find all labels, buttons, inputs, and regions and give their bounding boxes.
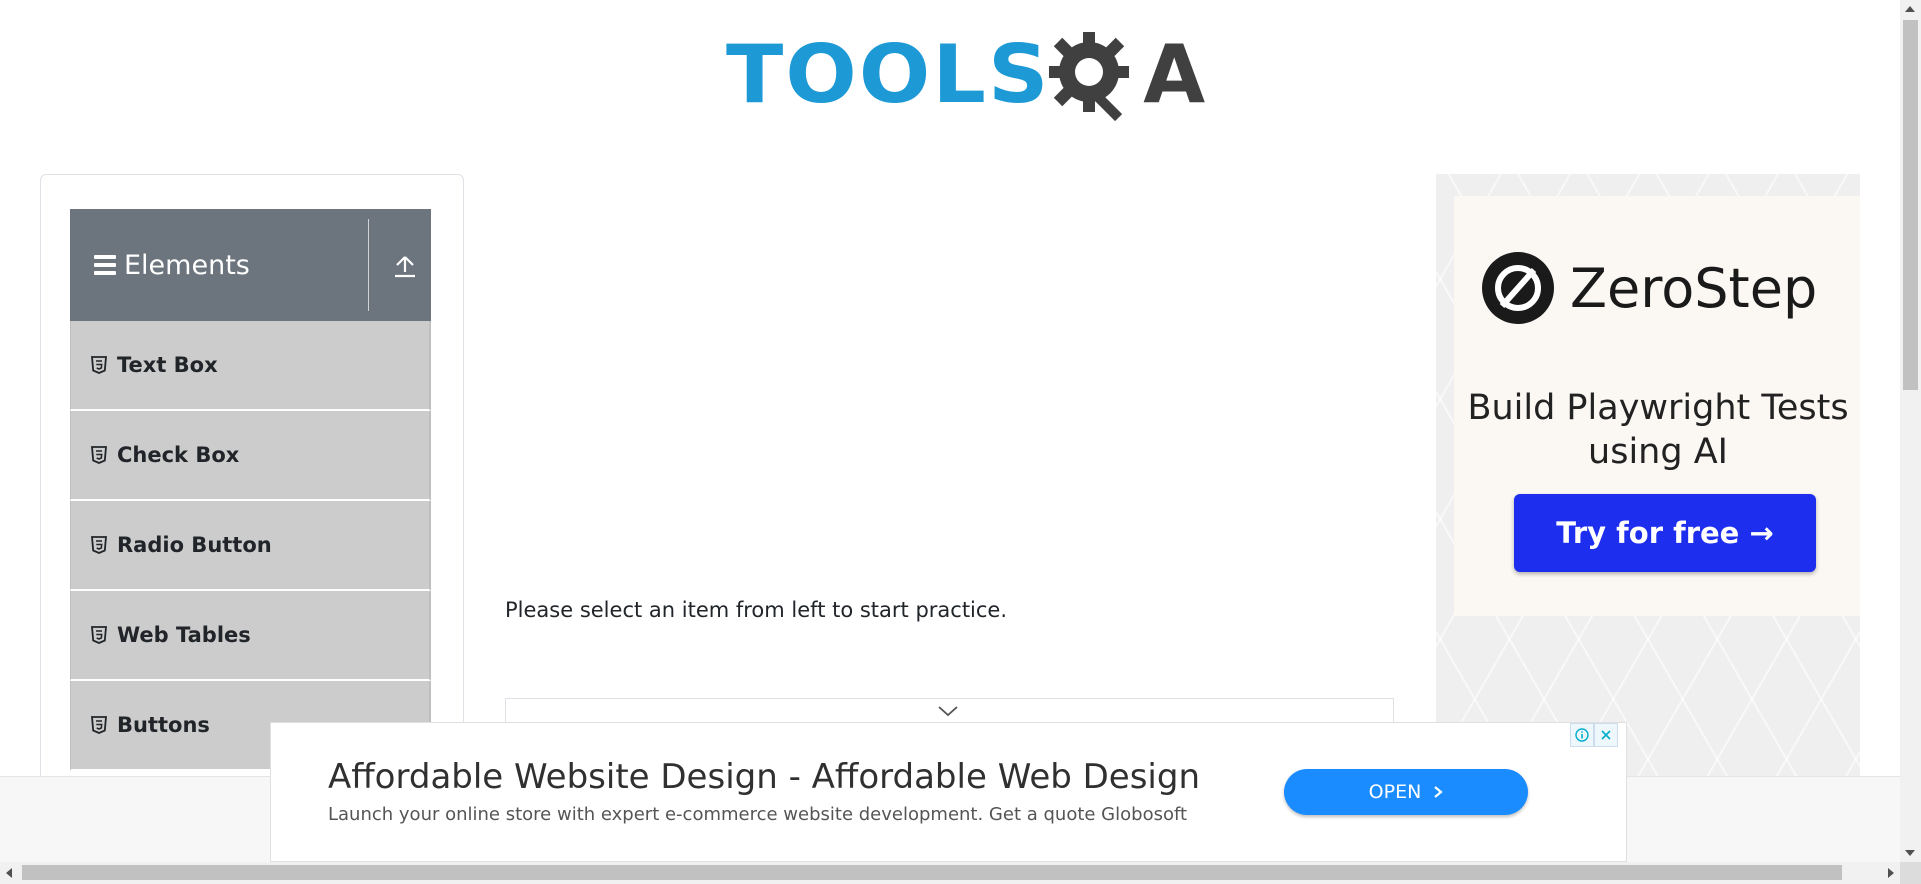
ad-close-icon[interactable] <box>1594 723 1618 747</box>
sidebar-item-label: Radio Button <box>117 533 272 557</box>
upload-arrow-icon[interactable] <box>392 253 418 279</box>
vertical-scrollbar[interactable] <box>1900 0 1921 862</box>
sidebar-item-label: Web Tables <box>117 623 251 647</box>
banner-ad-description: Launch your online store with expert e-c… <box>328 804 1188 825</box>
scroll-up-icon[interactable] <box>1905 6 1915 12</box>
chevron-down-icon <box>938 706 958 717</box>
scrollbar-corner <box>1900 862 1921 884</box>
sidebar-item-check-box[interactable]: Check Box <box>70 411 431 501</box>
elements-menu-list: Text Box Check Box Radio Button Web Tabl… <box>70 321 431 771</box>
ad-brand-name: ZeroStep <box>1570 256 1818 320</box>
try-for-free-button[interactable]: Try for free → <box>1514 494 1816 572</box>
horizontal-scrollbar[interactable] <box>0 862 1900 884</box>
group-title: Elements <box>124 249 250 281</box>
hamburger-icon <box>94 255 116 275</box>
elements-group-header[interactable]: Elements <box>70 209 431 321</box>
ad-controls <box>1570 723 1618 747</box>
horizontal-scroll-thumb[interactable] <box>22 865 1842 880</box>
html5-icon <box>91 716 107 734</box>
banner-ad-headline[interactable]: Affordable Website Design - Affordable W… <box>328 757 1200 797</box>
html5-icon <box>91 626 107 644</box>
ad-info-icon[interactable] <box>1570 723 1594 747</box>
open-button-label: OPEN <box>1368 781 1422 803</box>
header-divider <box>368 219 369 311</box>
html5-icon <box>91 356 107 374</box>
sidebar-item-label: Text Box <box>117 353 218 377</box>
bottom-banner-ad[interactable]: Affordable Website Design - Affordable W… <box>270 722 1627 862</box>
chevron-right-icon <box>1434 786 1444 798</box>
vertical-scroll-thumb[interactable] <box>1903 20 1918 390</box>
ad-brand: ZeroStep <box>1480 250 1817 326</box>
ad-headline: Build Playwright Tests using AI <box>1467 388 1849 472</box>
gear-magnifier-icon <box>1049 32 1130 122</box>
logo-text-a: A <box>1143 28 1206 121</box>
scroll-down-icon[interactable] <box>1905 850 1915 856</box>
zerostep-ad[interactable]: ZeroStep Build Playwright Tests using AI… <box>1454 196 1860 616</box>
logo-text-tools: TOOLS <box>726 28 1051 121</box>
sidebar-item-text-box[interactable]: Text Box <box>70 321 431 411</box>
page-viewport: TOOLS A Elements Text Box Check Box Radi… <box>0 0 1900 862</box>
zerostep-logo-icon <box>1482 252 1554 324</box>
scroll-left-icon[interactable] <box>6 868 12 878</box>
practice-prompt: Please select an item from left to start… <box>505 598 1008 622</box>
html5-icon <box>91 446 107 464</box>
html5-icon <box>91 536 107 554</box>
sidebar-item-label: Buttons <box>117 713 210 737</box>
sidebar-item-web-tables[interactable]: Web Tables <box>70 591 431 681</box>
scroll-right-icon[interactable] <box>1888 868 1894 878</box>
sidebar-item-label: Check Box <box>117 443 240 467</box>
sidebar-item-radio-button[interactable]: Radio Button <box>70 501 431 591</box>
open-button[interactable]: OPEN <box>1284 769 1528 815</box>
toolsqa-logo[interactable]: TOOLS A <box>726 20 1205 130</box>
